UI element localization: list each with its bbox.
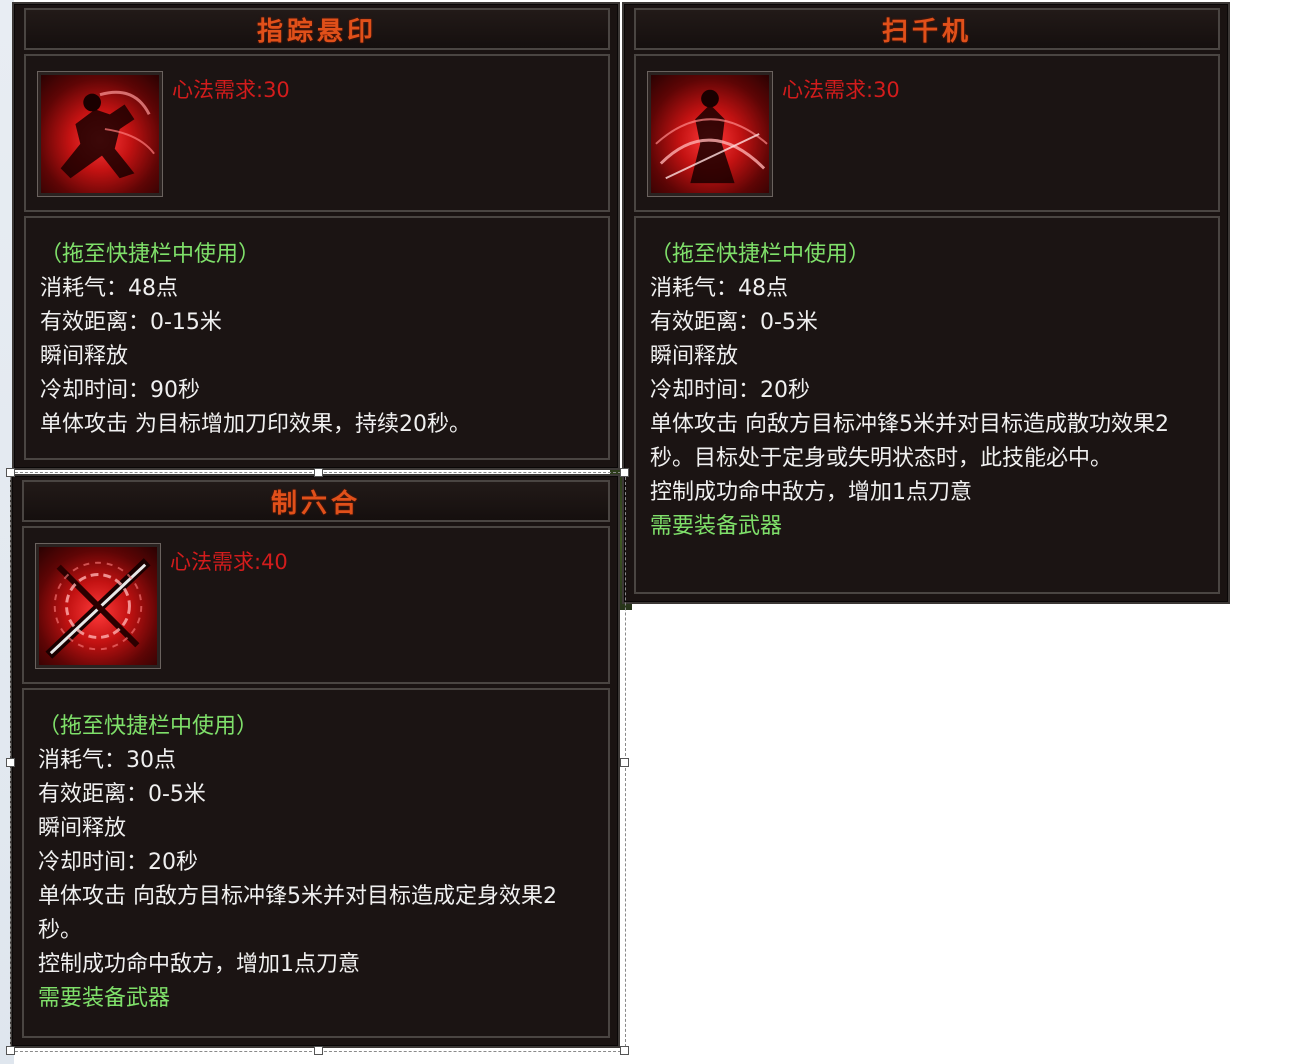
resize-handle-mr[interactable]: [620, 758, 629, 767]
drag-hint: （拖至快捷栏中使用）: [38, 714, 259, 739]
detail-line: 单体攻击 为目标增加刀印效果，持续20秒。: [40, 412, 471, 437]
resize-handle-bm[interactable]: [314, 1046, 323, 1055]
detail-line: 消耗气：48点: [650, 276, 788, 301]
requirement-label: 心法需求:30: [782, 78, 900, 102]
skill-title: 制六合: [270, 488, 361, 519]
chained-blade-icon[interactable]: [35, 543, 161, 669]
requirement-label: 心法需求:40: [170, 550, 288, 574]
skill-details-box: （拖至快捷栏中使用） 消耗气：30点 有效距离：0-5米 瞬间释放 冷却时间：2…: [22, 688, 610, 1038]
resize-handle-ml[interactable]: [6, 758, 15, 767]
detail-line: 消耗气：30点: [38, 748, 176, 773]
skill-tooltip-zhiliuhe: 制六合 心法需求:40 （拖至快捷栏中使用） 消耗气：30点 有效距离：0-5米…: [10, 474, 620, 1048]
detail-line: 有效距离：0-5米: [38, 782, 206, 807]
weapon-requirement: 需要装备武器: [650, 514, 783, 539]
detail-line: 控制成功命中敌方，增加1点刀意: [38, 952, 360, 977]
detail-line: 有效距离：0-5米: [650, 310, 818, 335]
detail-line: 瞬间释放: [650, 344, 739, 369]
skill-details-box: （拖至快捷栏中使用） 消耗气：48点 有效距离：0-5米 瞬间释放 冷却时间：2…: [634, 216, 1220, 594]
skill-title: 扫千机: [881, 16, 972, 47]
skill-tooltip-saoqianji: 扫千机 心法需求:30 （拖至快捷栏中使用） 消耗气：48点 有效距离：0-5米…: [622, 2, 1230, 604]
resize-handle-bl[interactable]: [6, 1046, 15, 1055]
skill-header-box: 心法需求:30: [24, 54, 610, 212]
detail-line: 控制成功命中敌方，增加1点刀意: [650, 480, 972, 505]
resize-handle-tl[interactable]: [6, 468, 15, 477]
resize-handle-tr[interactable]: [620, 468, 629, 477]
skill-title: 指踪悬印: [256, 16, 377, 47]
detail-line: 冷却时间：20秒: [38, 850, 198, 875]
detail-line: 单体攻击 向敌方目标冲锋5米并对目标造成散功效果2秒。目标处于定身或失明状态时，…: [650, 412, 1169, 471]
skill-header-box: 心法需求:40: [22, 526, 610, 684]
detail-line: 单体攻击 向敌方目标冲锋5米并对目标造成定身效果2秒。: [38, 884, 557, 943]
requirement-label: 心法需求:30: [172, 78, 290, 102]
slashing-swordsman-icon[interactable]: [647, 71, 773, 197]
skill-tooltip-zhizong: 指踪悬印 心法需求:30 （拖至快捷栏中使用） 消耗气：48点 有效距离：0-1…: [12, 2, 620, 470]
running-swordsman-icon[interactable]: [37, 71, 163, 197]
tooltip-titlebar: 扫千机: [634, 8, 1220, 50]
detail-line: 瞬间释放: [38, 816, 127, 841]
tooltip-titlebar: 制六合: [22, 480, 610, 522]
drag-hint: （拖至快捷栏中使用）: [40, 242, 261, 267]
detail-line: 有效距离：0-15米: [40, 310, 222, 335]
resize-handle-tm[interactable]: [314, 468, 323, 477]
weapon-requirement: 需要装备武器: [38, 986, 171, 1011]
detail-line: 瞬间释放: [40, 344, 129, 369]
resize-handle-br[interactable]: [620, 1046, 629, 1055]
drag-hint: （拖至快捷栏中使用）: [650, 242, 871, 267]
skill-header-box: 心法需求:30: [634, 54, 1220, 212]
detail-line: 消耗气：48点: [40, 276, 178, 301]
detail-line: 冷却时间：20秒: [650, 378, 810, 403]
detail-line: 冷却时间：90秒: [40, 378, 200, 403]
tooltip-titlebar: 指踪悬印: [24, 8, 610, 50]
skill-details-box: （拖至快捷栏中使用） 消耗气：48点 有效距离：0-15米 瞬间释放 冷却时间：…: [24, 216, 610, 460]
